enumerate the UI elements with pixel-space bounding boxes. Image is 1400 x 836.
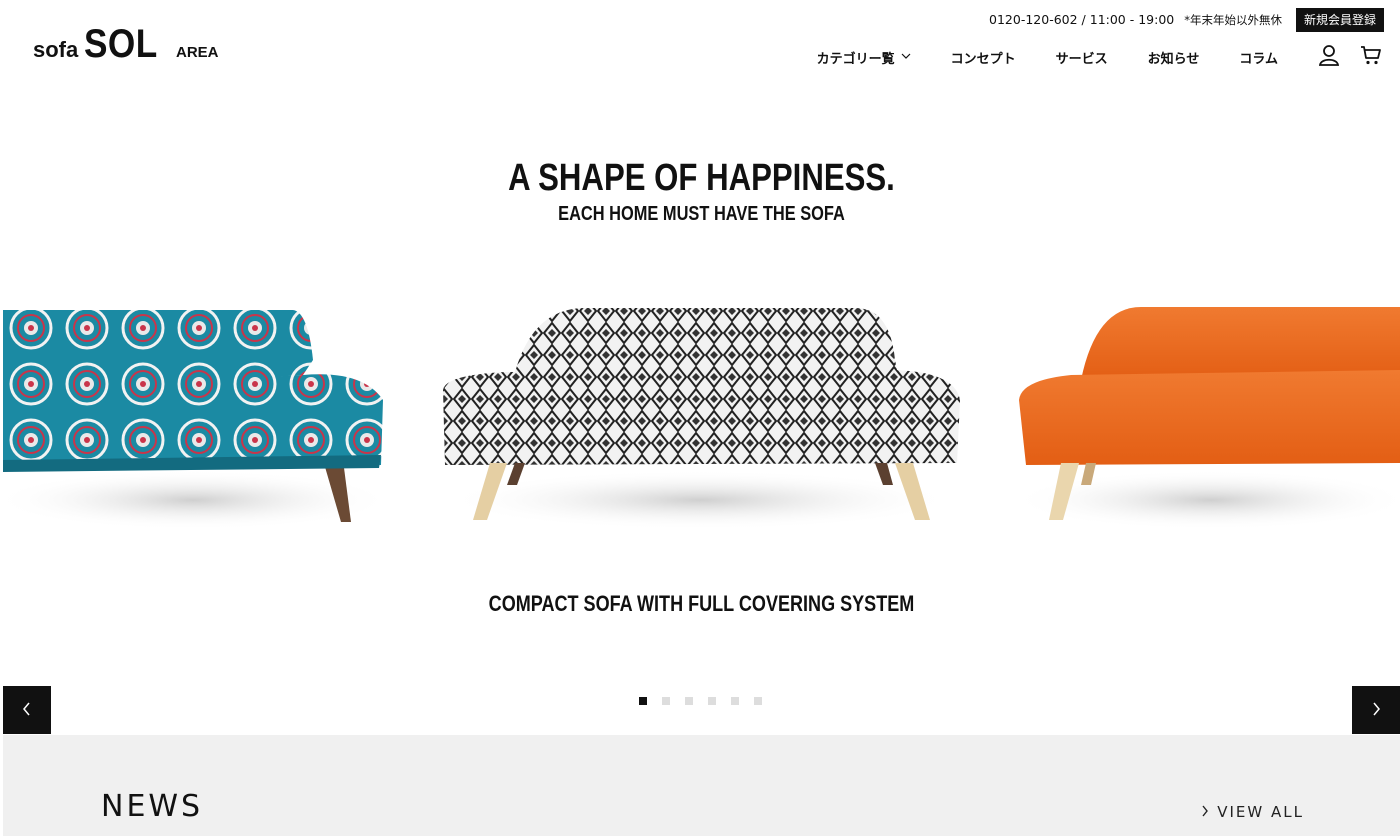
main-nav: カテゴリー覧 コンセプト サービス お知らせ コラム [817,44,1382,70]
nav-item-service[interactable]: サービス [1056,48,1108,67]
sofa-image-teal [3,310,393,530]
sofa-image-pattern [443,308,960,530]
carousel-dot[interactable] [639,697,647,705]
carousel-dot[interactable] [708,697,716,705]
news-section: NEWS VIEW ALL [3,735,1400,836]
carousel-pagination [639,697,762,705]
chevron-right-icon [1371,701,1381,720]
carousel-next-button[interactable] [1352,686,1400,734]
hero-carousel: A SHAPE OF HAPPINESS. EACH HOME MUST HAV… [3,95,1400,735]
hero-subheadline: EACH HOME MUST HAVE THE SOFA [558,203,845,225]
account-button[interactable] [1318,44,1340,70]
nav-item-label: お知らせ [1147,51,1200,67]
phone-hours-text: 0120-120-602 / 11:00 - 19:00 [989,12,1175,27]
user-icon [1318,44,1340,70]
carousel-dot[interactable] [662,697,670,705]
chevron-down-icon [901,50,911,65]
carousel-prev-button[interactable] [3,686,51,734]
nav-item-label: サービス [1055,51,1108,67]
hero-headline: A SHAPE OF HAPPINESS. [508,157,895,199]
logo-text-sol: SOL [84,22,158,66]
nav-item-categories[interactable]: カテゴリー覧 [817,48,911,67]
logo-text-area: AREA [175,44,219,61]
nav-item-label: コンセプト [950,51,1016,67]
hero-tagline: COMPACT SOFA WITH FULL COVERING SYSTEM [488,591,915,616]
cart-button[interactable] [1360,46,1382,68]
utility-bar: 0120-120-602 / 11:00 - 19:00 *年末年始以外無休 新… [989,8,1384,32]
nav-item-news[interactable]: お知らせ [1148,48,1200,67]
carousel-dot[interactable] [754,697,762,705]
signup-button[interactable]: 新規会員登録 [1295,8,1384,32]
phone-hours: 0120-120-602 / 11:00 - 19:00 *年末年始以外無休 [989,12,1282,28]
logo-text-sofa: sofa [33,37,79,62]
site-logo[interactable]: sofa SOL AREA [33,22,219,67]
nav-item-concept[interactable]: コンセプト [951,48,1016,67]
sofa-image-orange [1011,307,1400,530]
carousel-dot[interactable] [731,697,739,705]
holiday-note: *年末年始以外無休 [1184,13,1282,27]
nav-item-label: コラム [1239,51,1278,67]
news-title: NEWS [101,789,204,824]
chevron-left-icon [22,701,32,720]
carousel-dot[interactable] [685,697,693,705]
nav-item-column[interactable]: コラム [1239,48,1278,67]
chevron-right-icon [1201,803,1209,821]
view-all-label: VIEW ALL [1217,803,1304,821]
nav-item-label: カテゴリー覧 [816,51,895,67]
view-all-link[interactable]: VIEW ALL [1201,803,1304,821]
cart-icon [1360,44,1382,70]
